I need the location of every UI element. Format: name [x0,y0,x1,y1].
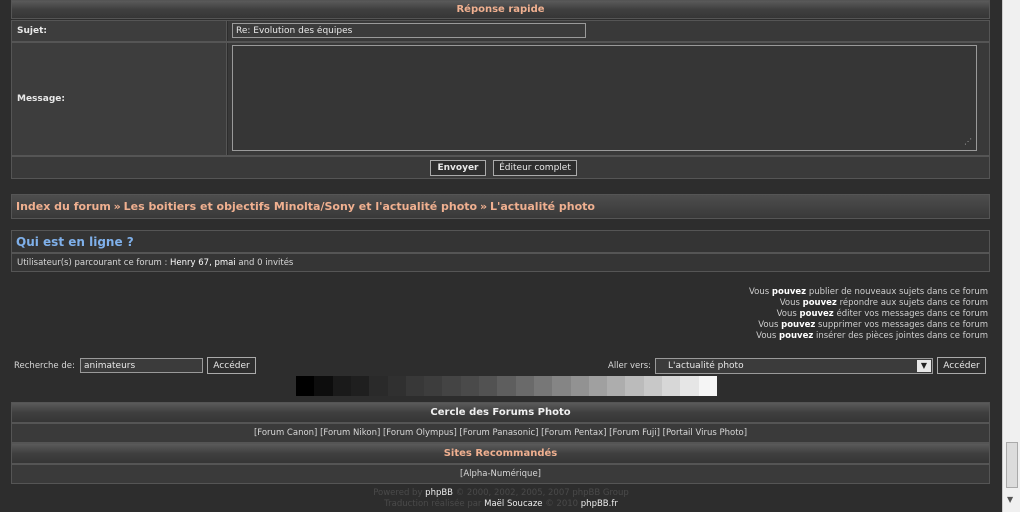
breadcrumb-index-link[interactable]: Index du forum [16,200,111,213]
search-label: Recherche de: [14,361,75,371]
forum-link-olympus[interactable]: [Forum Olympus] [383,428,457,438]
phpbb-fr-link[interactable]: phpBB.fr [581,499,618,509]
online-header: Qui est en ligne ? [11,230,990,253]
grayscale-swatch [350,376,370,396]
forum-link-panasonic[interactable]: [Forum Panasonic] [460,428,539,438]
permission-item: Vous pouvez répondre aux sujets dans ce … [779,298,988,308]
subject-input[interactable] [232,23,586,38]
quick-reply-header: Réponse rapide [11,0,990,19]
forum-link-fuji[interactable]: [Forum Fuji] [609,428,660,438]
breadcrumb-category-link[interactable]: Les boitiers et objectifs Minolta/Sony e… [124,200,477,213]
submit-row: Envoyer Éditeur complet [11,156,990,179]
cercle-header: Cercle des Forums Photo [11,402,990,423]
footer-translation-year: © 2010 [545,499,579,509]
quick-reply-title: Réponse rapide [456,4,545,15]
grayscale-swatch [625,376,644,396]
grayscale-swatch [479,376,498,396]
online-text-prefix: Utilisateur(s) parcourant ce forum : [17,258,168,268]
grayscale-swatch [588,376,608,396]
jump-label: Aller vers: [608,361,652,371]
forum-link-canon[interactable]: [Forum Canon] [254,428,317,438]
cercle-links: [Forum Canon] [Forum Nikon] [Forum Olymp… [11,423,990,443]
subject-label: Sujet: [12,21,227,41]
grayscale-swatch [533,376,553,396]
breadcrumb: Index du forum » Les boitiers et objecti… [11,194,990,219]
grayscale-swatch [680,376,699,396]
grayscale-swatch [607,376,626,396]
subject-row: Sujet: [11,20,990,42]
grayscale-swatch [698,376,718,396]
footer: Powered by phpBB © 2000, 2002, 2005, 200… [0,488,1002,510]
message-textarea[interactable] [232,45,977,151]
subject-cell [228,21,989,41]
resize-grip-icon[interactable]: ⋰ [964,137,972,146]
message-label: Message: [12,43,227,155]
message-row: Message: ⋰ [11,42,990,156]
page-scrollbar[interactable]: ▼ [1002,0,1020,512]
jump-selected: L'actualité photo [668,361,744,371]
scrollbar-thumb[interactable] [1006,442,1018,488]
grayscale-swatch [369,376,388,396]
sites-links: [Alpha-Numérique] [11,464,990,484]
grayscale-swatch [552,376,571,396]
permissions-list: Vous pouvez publier de nouveaux sujets d… [749,287,988,342]
breadcrumb-separator: » [479,200,488,213]
grayscale-swatch [387,376,406,396]
alpha-numerique-link[interactable]: [Alpha-Numérique] [460,469,541,479]
scroll-down-arrow-icon[interactable]: ▼ [1007,495,1013,504]
send-button[interactable]: Envoyer [430,160,486,176]
chevron-down-icon[interactable]: ▼ [917,360,931,372]
online-users-list[interactable]: Henry 67, pmai [170,258,236,268]
phpbb-link[interactable]: phpBB [425,488,453,498]
permission-item: Vous pouvez supprimer vos messages dans … [758,320,988,330]
grayscale-swatch [570,376,589,396]
translator-link[interactable]: Maël Soucaze [484,499,542,509]
grayscale-swatch [442,376,461,396]
grayscale-swatch [405,376,425,396]
footer-line-powered: Powered by phpBB © 2000, 2002, 2005, 200… [0,488,1002,499]
sites-title: Sites Recommandés [443,448,558,459]
grayscale-swatch [314,376,333,396]
footer-powered-prefix: Powered by [373,488,423,498]
breadcrumb-forum-link[interactable]: L'actualité photo [490,200,595,213]
breadcrumb-separator: » [113,200,121,213]
forum-link-nikon[interactable]: [Forum Nikon] [320,428,380,438]
online-title: Qui est en ligne ? [16,235,134,249]
cercle-title: Cercle des Forums Photo [430,407,571,418]
grayscale-swatch [515,376,535,396]
footer-copyright: © 2000, 2002, 2005, 2007 phpBB Group [455,488,629,498]
jump-select[interactable]: L'actualité photo ▼ [655,358,933,374]
jump-go-button[interactable]: Accéder [937,357,986,374]
grayscale-swatch [460,376,480,396]
grayscale-swatch [424,376,443,396]
search-input[interactable] [80,358,203,373]
online-text-suffix: and 0 invités [238,258,294,268]
portail-virus-photo-link[interactable]: [Portail Virus Photo] [663,428,747,438]
message-cell: ⋰ [228,43,989,155]
sites-header: Sites Recommandés [11,443,990,464]
full-editor-button[interactable]: Éditeur complet [493,160,577,176]
footer-translation-prefix: Traduction réalisée par [384,499,482,509]
permission-item: Vous pouvez insérer des pièces jointes d… [756,331,988,341]
grayscale-swatch [662,376,681,396]
permission-item: Vous pouvez publier de nouveaux sujets d… [749,287,988,297]
forum-link-pentax[interactable]: [Forum Pentax] [541,428,606,438]
grayscale-swatch [497,376,516,396]
grayscale-swatch [332,376,352,396]
grayscale-swatch [296,376,315,396]
online-users: Utilisateur(s) parcourant ce forum : Hen… [11,253,990,272]
footer-line-translation: Traduction réalisée par Maël Soucaze © 2… [0,499,1002,510]
page: Réponse rapide Sujet: Message: ⋰ Envoyer… [0,0,1002,512]
search-go-button[interactable]: Accéder [207,357,256,374]
permission-item: Vous pouvez éditer vos messages dans ce … [776,309,988,319]
grayscale-swatch [643,376,663,396]
